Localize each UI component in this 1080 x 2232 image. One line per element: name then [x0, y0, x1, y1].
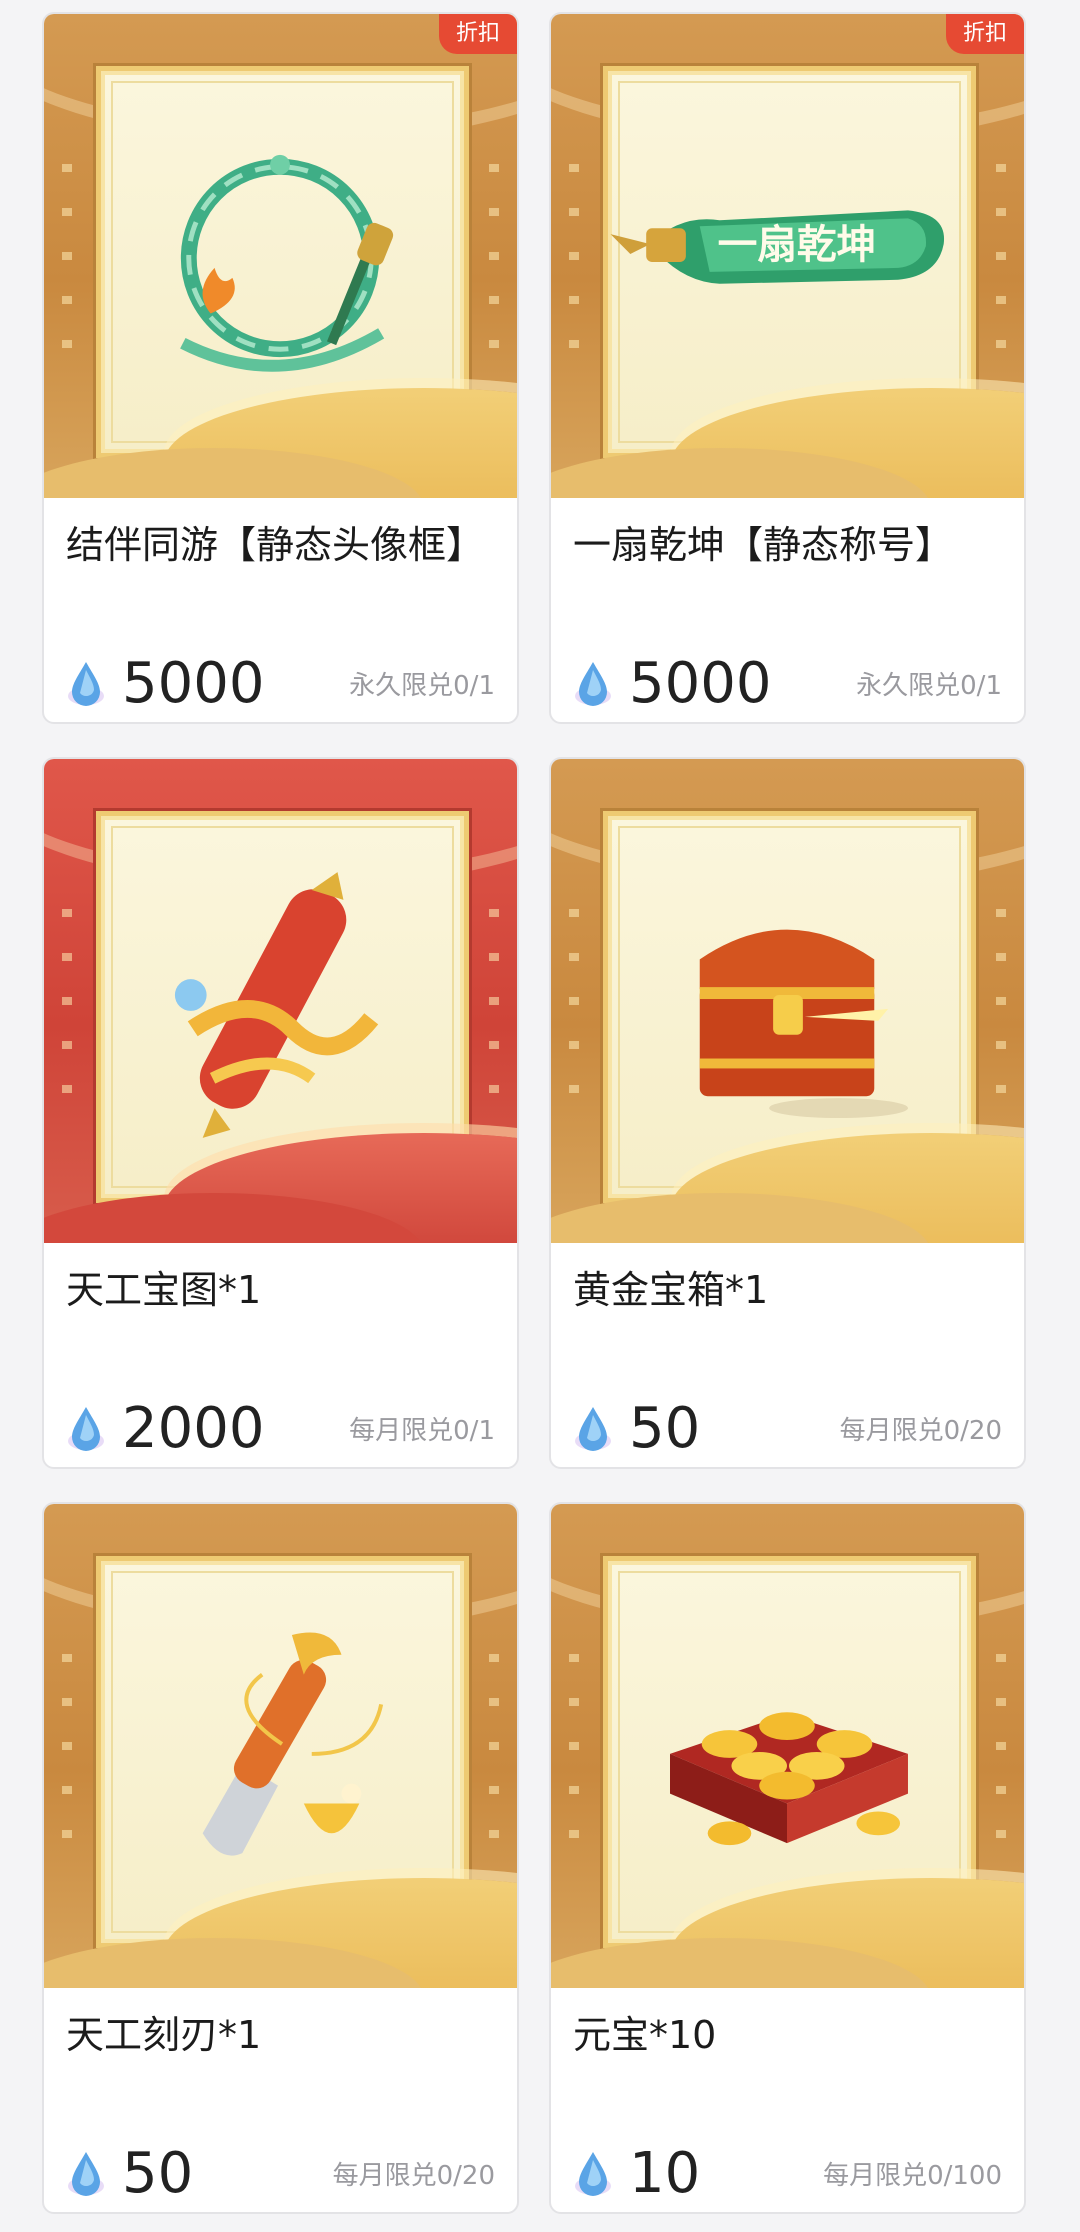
item-title: 结伴同游【静态头像框】	[66, 523, 485, 567]
discount-tag: 折扣	[946, 14, 1024, 54]
crystal-drop-icon	[575, 662, 611, 706]
shop-item-card[interactable]: 元宝*10 10 每月限兑0/100	[549, 1502, 1026, 2214]
discount-tag: 折扣	[439, 14, 517, 54]
crystal-drop-icon	[68, 1407, 104, 1451]
exchange-limit: 永久限兑0/1	[856, 671, 1002, 701]
item-title: 元宝*10	[573, 2013, 717, 2057]
crystal-drop-icon	[68, 2152, 104, 2196]
shop-item-card[interactable]: 一扇乾坤 折扣 一扇乾坤【静态称号】 5000 永久限兑0/1	[549, 12, 1026, 724]
exchange-limit: 每月限兑0/20	[839, 1416, 1002, 1446]
item-price: 50	[122, 2141, 194, 2206]
item-artwork	[44, 1504, 517, 1988]
shop-item-card[interactable]: 天工宝图*1 2000 每月限兑0/1	[42, 757, 519, 1469]
item-title: 一扇乾坤【静态称号】	[573, 523, 954, 567]
title-badge-icon: 一扇乾坤	[610, 210, 945, 284]
crystal-drop-icon	[68, 662, 104, 706]
crystal-drop-icon	[575, 2152, 611, 2196]
item-title: 天工宝图*1	[66, 1268, 262, 1312]
exchange-limit: 每月限兑0/1	[349, 1416, 495, 1446]
treasure-chest-icon	[699, 929, 908, 1119]
exchange-limit: 每月限兑0/20	[332, 2161, 495, 2191]
shop-item-card[interactable]: 黄金宝箱*1 50 每月限兑0/20	[549, 757, 1026, 1469]
avatar-frame-ring-icon	[180, 154, 394, 372]
shop-item-card[interactable]: 折扣 结伴同游【静态头像框】 5000 永久限兑0/1	[42, 12, 519, 724]
item-price: 50	[629, 1396, 701, 1461]
exchange-limit: 每月限兑0/100	[823, 2161, 1002, 2191]
item-artwork: 一扇乾坤	[551, 14, 1024, 498]
item-title: 黄金宝箱*1	[573, 1268, 769, 1312]
crystal-drop-icon	[575, 1407, 611, 1451]
item-artwork	[551, 1504, 1024, 1988]
item-price: 5000	[629, 651, 772, 716]
exchange-limit: 永久限兑0/1	[349, 671, 495, 701]
item-artwork	[551, 759, 1024, 1243]
gold-ingots-icon	[669, 1712, 908, 1846]
item-artwork	[44, 759, 517, 1243]
item-price: 5000	[122, 651, 265, 716]
shop-item-card[interactable]: 天工刻刃*1 50 每月限兑0/20	[42, 1502, 519, 2214]
carving-blade-icon	[202, 1632, 384, 1856]
item-price: 10	[629, 2141, 701, 2206]
item-price: 2000	[122, 1396, 265, 1461]
item-artwork	[44, 14, 517, 498]
scroll-map-icon	[174, 872, 379, 1138]
badge-text: 一扇乾坤	[718, 222, 877, 268]
item-title: 天工刻刃*1	[66, 2013, 262, 2057]
